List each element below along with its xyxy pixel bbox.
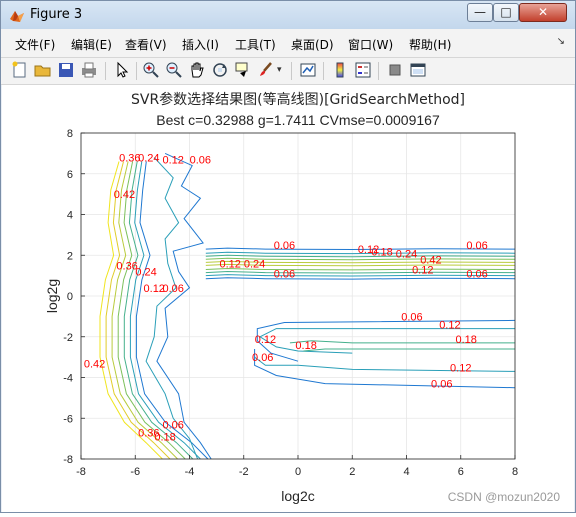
y-tick-label: 2 [67, 250, 73, 262]
menu-edit[interactable]: 编辑(E) [71, 36, 112, 53]
y-tick-label: -2 [63, 332, 73, 344]
brush-dropdown-icon[interactable]: ▾ [277, 64, 282, 75]
contour-label: 0.24 [396, 248, 417, 260]
matlab-logo-icon [10, 11, 24, 22]
y-axis-label: log2g [44, 279, 60, 313]
contour-label: 0.12 [219, 258, 240, 270]
contour-plot[interactable]: SVR参数选择结果图(等高线图)[GridSearchMethod] Best … [2, 85, 574, 512]
toolbar: ▾ [1, 58, 575, 85]
contour-label: 0.12 [412, 265, 433, 277]
menu-insert[interactable]: 插入(I) [182, 36, 219, 53]
contour-label: 0.18 [371, 246, 392, 258]
x-tick-label: -2 [239, 466, 249, 478]
x-tick-label: 8 [512, 466, 518, 478]
data-cursor-icon[interactable] [234, 61, 252, 79]
y-tick-label: 0 [67, 291, 73, 303]
hide-plot-tools-icon[interactable] [386, 61, 404, 79]
link-plot-icon[interactable] [299, 61, 317, 79]
y-tick-label: 4 [67, 210, 73, 222]
y-tick-label: -4 [63, 373, 73, 385]
contour-label: 0.06 [431, 379, 452, 391]
rotate-3d-icon[interactable] [211, 61, 229, 79]
contour-label: 0.06 [274, 240, 295, 252]
y-tick-label: 8 [67, 128, 73, 140]
contour-label: 0.06 [466, 240, 487, 252]
title-bar[interactable]: Figure 3 — □ ✕ [1, 1, 575, 29]
contour-label: 0.18 [455, 334, 476, 346]
contour-label: 0.12 [255, 334, 276, 346]
contour-label: 0.06 [401, 311, 422, 323]
x-tick-label: 0 [295, 466, 301, 478]
window-title: Figure 3 [30, 7, 83, 22]
menu-window[interactable]: 窗口(W) [348, 36, 393, 53]
contour-label: 0.06 [274, 269, 295, 281]
menu-desktop[interactable]: 桌面(D) [291, 36, 334, 53]
chart-subtitle: Best c=0.32988 g=1.7411 CVmse=0.0009167 [156, 112, 440, 128]
contour-label: 0.24 [138, 153, 159, 165]
y-tick-label: -6 [63, 413, 73, 425]
contour-label: 0.12 [450, 362, 471, 374]
x-tick-label: -4 [185, 466, 195, 478]
contour-label: 0.06 [252, 352, 273, 364]
menu-bar: 文件(F) 编辑(E) 查看(V) 插入(I) 工具(T) 桌面(D) 窗口(W… [1, 29, 575, 58]
y-tick-label: 6 [67, 169, 73, 181]
print-icon[interactable] [80, 61, 98, 79]
maximize-button[interactable]: □ [493, 3, 519, 22]
zoom-out-icon[interactable] [165, 61, 183, 79]
legend-icon[interactable] [354, 61, 372, 79]
menu-view[interactable]: 查看(V) [125, 36, 167, 53]
contour-label: 0.06 [190, 155, 211, 167]
watermark: CSDN @mozun2020 [447, 490, 560, 504]
contour-label: 0.24 [135, 267, 156, 279]
contour-label: 0.06 [163, 283, 184, 295]
x-tick-label: 2 [349, 466, 355, 478]
menu-file[interactable]: 文件(F) [15, 36, 55, 53]
pan-icon[interactable] [188, 61, 206, 79]
new-figure-icon[interactable] [11, 61, 29, 79]
toolbar-separator [323, 62, 324, 80]
contour-label: 0.12 [439, 320, 460, 332]
save-icon[interactable] [57, 61, 75, 79]
menu-overflow-icon[interactable]: ↘ [557, 36, 565, 47]
menu-help[interactable]: 帮助(H) [409, 36, 451, 53]
colorbar-icon[interactable] [331, 61, 349, 79]
contour-label: 0.42 [114, 189, 135, 201]
x-tick-label: -8 [76, 466, 86, 478]
minimize-button[interactable]: — [467, 3, 493, 22]
contour-label: 0.06 [466, 269, 487, 281]
toolbar-separator [136, 62, 137, 80]
x-axis-label: log2c [281, 488, 314, 504]
figure-canvas: SVR参数选择结果图(等高线图)[GridSearchMethod] Best … [2, 85, 574, 512]
x-tick-label: 4 [403, 466, 409, 478]
toolbar-separator [378, 62, 379, 80]
zoom-in-icon[interactable] [142, 61, 160, 79]
contour-label: 0.18 [154, 432, 175, 444]
x-tick-label: 6 [458, 466, 464, 478]
pointer-icon[interactable] [113, 61, 131, 79]
toolbar-separator [291, 62, 292, 80]
contour-label: 0.42 [84, 358, 105, 370]
contour-label: 0.06 [163, 419, 184, 431]
brush-icon[interactable] [257, 61, 275, 79]
toolbar-separator [105, 62, 106, 80]
open-file-icon[interactable] [34, 61, 52, 79]
contour-label: 0.18 [295, 340, 316, 352]
contour-label: 0.12 [163, 155, 184, 167]
contour-label: 0.24 [244, 258, 265, 270]
chart-title: SVR参数选择结果图(等高线图)[GridSearchMethod] [131, 91, 465, 108]
axes: 0.360.24 0.12 0.060.420.06 0.120.18 0.240.06… [63, 128, 518, 478]
menu-tools[interactable]: 工具(T) [235, 36, 276, 53]
show-plot-tools-icon[interactable] [409, 61, 427, 79]
y-tick-label: -8 [63, 454, 73, 466]
close-button[interactable]: ✕ [519, 3, 567, 22]
x-tick-label: -6 [130, 466, 140, 478]
figure-window: Figure 3 — □ ✕ 文件(F) 编辑(E) 查看(V) 插入(I) 工… [0, 0, 576, 513]
